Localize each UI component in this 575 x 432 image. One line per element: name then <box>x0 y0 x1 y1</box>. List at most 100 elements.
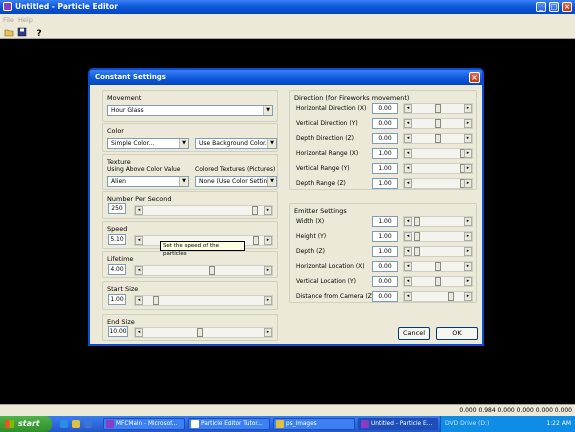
emitter-row-slider[interactable]: ◂ ▸ <box>403 246 473 257</box>
emitter-row-slider[interactable]: ◂ ▸ <box>403 231 473 242</box>
help-icon[interactable]: ? <box>34 27 44 37</box>
menu-help[interactable]: Help <box>18 16 33 24</box>
start-button[interactable]: start <box>0 416 52 432</box>
slider-left-arrow-icon[interactable]: ◂ <box>404 217 412 226</box>
emitter-row-field[interactable]: 1.00 <box>372 216 398 227</box>
slider-thumb[interactable] <box>435 277 441 286</box>
slider-thumb[interactable] <box>197 328 203 337</box>
slider-thumb[interactable] <box>153 296 159 305</box>
direction-row-slider[interactable]: ◂ ▸ <box>403 133 473 144</box>
slider-thumb[interactable] <box>252 206 258 215</box>
direction-row-field[interactable]: 1.00 <box>372 148 398 159</box>
slider-left-arrow-icon[interactable]: ◂ <box>404 104 412 113</box>
slider-thumb[interactable] <box>414 232 420 241</box>
task-mfcmain[interactable]: MFCMain - Microsof... <box>103 418 185 430</box>
slider-right-arrow-icon[interactable]: ▸ <box>464 262 472 271</box>
emitter-row-slider[interactable]: ◂ ▸ <box>403 216 473 227</box>
movement-select[interactable]: Hour Glass ▼ <box>107 105 273 116</box>
slider-right-arrow-icon[interactable]: ▸ <box>464 164 472 173</box>
task-particle-editor[interactable]: Untitled - Particle E... <box>358 418 438 430</box>
slider-left-arrow-icon[interactable]: ◂ <box>135 236 143 245</box>
folder-icon[interactable] <box>72 420 80 428</box>
direction-row-field[interactable]: 1.00 <box>372 178 398 189</box>
dvd-drive-label[interactable]: DVD Drive (D:) <box>445 420 489 427</box>
slider-thumb[interactable] <box>435 119 441 128</box>
slider-thumb[interactable] <box>448 292 454 301</box>
slider-thumb[interactable] <box>414 217 420 226</box>
slider-left-arrow-icon[interactable]: ◂ <box>404 179 412 188</box>
direction-row-field[interactable]: 0.00 <box>372 133 398 144</box>
number-per-second-slider[interactable]: ◂ ▸ <box>134 205 273 216</box>
emitter-row-field[interactable]: 0.00 <box>372 276 398 287</box>
slider-left-arrow-icon[interactable]: ◂ <box>404 149 412 158</box>
emitter-row-slider[interactable]: ◂ ▸ <box>403 276 473 287</box>
slider-left-arrow-icon[interactable]: ◂ <box>404 247 412 256</box>
start-size-slider[interactable]: ◂ ▸ <box>134 295 273 306</box>
emitter-row-slider[interactable]: ◂ ▸ <box>403 261 473 272</box>
slider-right-arrow-icon[interactable]: ▸ <box>464 277 472 286</box>
dialog-close-button[interactable]: × <box>469 72 480 83</box>
slider-left-arrow-icon[interactable]: ◂ <box>404 277 412 286</box>
end-size-field[interactable]: 10.00 <box>108 326 128 337</box>
lifetime-slider[interactable]: ◂ ▸ <box>134 265 273 276</box>
slider-right-arrow-icon[interactable]: ▸ <box>464 119 472 128</box>
direction-row-slider[interactable]: ◂ ▸ <box>403 163 473 174</box>
slider-thumb[interactable] <box>435 134 441 143</box>
lifetime-field[interactable]: 4.00 <box>108 264 126 275</box>
slider-thumb[interactable] <box>435 104 441 113</box>
slider-left-arrow-icon[interactable]: ◂ <box>404 232 412 241</box>
slider-right-arrow-icon[interactable]: ▸ <box>464 179 472 188</box>
direction-row-field[interactable]: 1.00 <box>372 163 398 174</box>
direction-row-slider[interactable]: ◂ ▸ <box>403 118 473 129</box>
desktop-icon[interactable] <box>84 420 92 428</box>
ie-icon[interactable] <box>60 420 68 428</box>
minimize-button[interactable]: _ <box>536 2 546 12</box>
end-size-slider[interactable]: ◂ ▸ <box>134 327 273 338</box>
color-left-select[interactable]: Simple Color... ▼ <box>107 138 189 149</box>
color-right-select[interactable]: Use Background Color... ▼ <box>195 138 277 149</box>
ok-button[interactable]: OK <box>436 327 478 340</box>
start-size-field[interactable]: 1.00 <box>108 294 126 305</box>
speed-field[interactable]: 5.10 <box>108 234 126 245</box>
emitter-row-field[interactable]: 0.00 <box>372 291 398 302</box>
slider-right-arrow-icon[interactable]: ▸ <box>464 232 472 241</box>
slider-right-arrow-icon[interactable]: ▸ <box>464 134 472 143</box>
number-per-second-field[interactable]: 250 <box>108 203 126 214</box>
slider-right-arrow-icon[interactable]: ▸ <box>464 292 472 301</box>
slider-thumb[interactable] <box>253 236 259 245</box>
slider-left-arrow-icon[interactable]: ◂ <box>404 164 412 173</box>
clock[interactable]: 1:22 AM <box>546 420 571 427</box>
slider-thumb[interactable] <box>435 262 441 271</box>
slider-left-arrow-icon[interactable]: ◂ <box>135 266 143 275</box>
texture-right-select[interactable]: None (Use Color Settings) ▼ <box>195 176 277 187</box>
slider-right-arrow-icon[interactable]: ▸ <box>464 217 472 226</box>
texture-left-select[interactable]: Alien ▼ <box>107 176 189 187</box>
slider-right-arrow-icon[interactable]: ▸ <box>264 328 272 337</box>
direction-row-field[interactable]: 0.00 <box>372 118 398 129</box>
slider-thumb[interactable] <box>414 247 420 256</box>
task-ps-images[interactable]: ps_images <box>273 418 355 430</box>
slider-right-arrow-icon[interactable]: ▸ <box>264 266 272 275</box>
emitter-row-field[interactable]: 1.00 <box>372 231 398 242</box>
slider-thumb[interactable] <box>209 266 215 275</box>
menu-file[interactable]: File <box>3 16 14 24</box>
slider-right-arrow-icon[interactable]: ▸ <box>264 296 272 305</box>
slider-left-arrow-icon[interactable]: ◂ <box>404 119 412 128</box>
slider-right-arrow-icon[interactable]: ▸ <box>264 236 272 245</box>
direction-row-field[interactable]: 0.00 <box>372 103 398 114</box>
slider-left-arrow-icon[interactable]: ◂ <box>404 134 412 143</box>
cancel-button[interactable]: Cancel <box>398 327 430 340</box>
direction-row-slider[interactable]: ◂ ▸ <box>403 178 473 189</box>
slider-left-arrow-icon[interactable]: ◂ <box>135 328 143 337</box>
maximize-button[interactable]: □ <box>549 2 559 12</box>
emitter-row-field[interactable]: 1.00 <box>372 246 398 257</box>
task-particle-editor-tutorial[interactable]: Particle Editor Tutor... <box>188 418 270 430</box>
open-icon[interactable] <box>4 27 14 37</box>
direction-row-slider[interactable]: ◂ ▸ <box>403 103 473 114</box>
slider-left-arrow-icon[interactable]: ◂ <box>135 206 143 215</box>
slider-right-arrow-icon[interactable]: ▸ <box>464 247 472 256</box>
emitter-row-field[interactable]: 0.00 <box>372 261 398 272</box>
slider-left-arrow-icon[interactable]: ◂ <box>404 262 412 271</box>
slider-right-arrow-icon[interactable]: ▸ <box>264 206 272 215</box>
slider-right-arrow-icon[interactable]: ▸ <box>464 104 472 113</box>
